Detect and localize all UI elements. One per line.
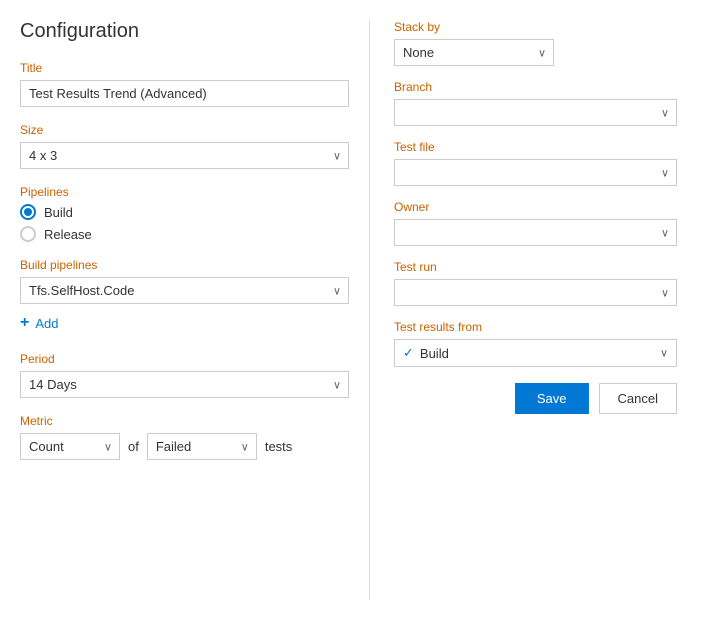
metric-label: Metric bbox=[20, 414, 349, 428]
metric-of-label: of bbox=[128, 439, 139, 454]
add-label: Add bbox=[35, 316, 58, 331]
test-results-from-chevron-icon: ∨ bbox=[660, 347, 668, 360]
test-results-from-field-group: Test results from ✓ Build ∨ bbox=[394, 320, 677, 367]
test-file-select-wrapper: ∨ bbox=[394, 159, 677, 186]
right-panel: Stack by None Build Test file Owner ∨ Br… bbox=[370, 20, 701, 600]
owner-label: Owner bbox=[394, 200, 677, 214]
save-button[interactable]: Save bbox=[515, 383, 589, 414]
cancel-button[interactable]: Cancel bbox=[599, 383, 677, 414]
test-results-from-value: Build bbox=[420, 346, 449, 361]
test-run-label: Test run bbox=[394, 260, 677, 274]
metric-row: Count Pass rate ∨ of Failed Passed Total… bbox=[20, 433, 349, 460]
radio-release-circle bbox=[20, 226, 36, 242]
stack-by-label: Stack by bbox=[394, 20, 677, 34]
metric-field-group: Metric Count Pass rate ∨ of Failed Passe… bbox=[20, 414, 349, 460]
radio-build[interactable]: Build bbox=[20, 204, 349, 220]
period-field-group: Period 7 Days 14 Days 30 Days 60 Days ∨ bbox=[20, 352, 349, 398]
test-results-from-select[interactable]: ✓ Build ∨ bbox=[394, 339, 677, 367]
size-field-group: Size 1 x 1 2 x 2 4 x 3 6 x 4 ∨ bbox=[20, 123, 349, 169]
stack-by-select[interactable]: None Build Test file Owner bbox=[394, 39, 554, 66]
test-file-select[interactable] bbox=[394, 159, 677, 186]
branch-select-wrapper: ∨ bbox=[394, 99, 677, 126]
owner-select-wrapper: ∨ bbox=[394, 219, 677, 246]
metric-failed-select-wrapper: Failed Passed Total ∨ bbox=[147, 433, 257, 460]
pipelines-field-group: Pipelines Build Release bbox=[20, 185, 349, 242]
size-select[interactable]: 1 x 1 2 x 2 4 x 3 6 x 4 bbox=[20, 142, 349, 169]
size-select-wrapper: 1 x 1 2 x 2 4 x 3 6 x 4 ∨ bbox=[20, 142, 349, 169]
build-pipelines-label: Build pipelines bbox=[20, 258, 349, 272]
build-pipelines-field-group: Build pipelines Tfs.SelfHost.Code ∨ + Ad… bbox=[20, 258, 349, 336]
pipelines-label: Pipelines bbox=[20, 185, 349, 199]
test-results-from-label: Test results from bbox=[394, 320, 677, 334]
period-label: Period bbox=[20, 352, 349, 366]
owner-select[interactable] bbox=[394, 219, 677, 246]
radio-group: Build Release bbox=[20, 204, 349, 242]
title-label: Title bbox=[20, 61, 349, 75]
period-select-wrapper: 7 Days 14 Days 30 Days 60 Days ∨ bbox=[20, 371, 349, 398]
plus-icon: + bbox=[20, 314, 29, 332]
owner-field-group: Owner ∨ bbox=[394, 200, 677, 246]
title-field-group: Title bbox=[20, 61, 349, 107]
stack-by-select-wrapper: None Build Test file Owner ∨ bbox=[394, 39, 554, 66]
radio-release[interactable]: Release bbox=[20, 226, 349, 242]
test-run-select[interactable] bbox=[394, 279, 677, 306]
metric-tests-label: tests bbox=[265, 439, 292, 454]
radio-build-circle bbox=[20, 204, 36, 220]
stack-by-field-group: Stack by None Build Test file Owner ∨ bbox=[394, 20, 677, 66]
action-buttons: Save Cancel bbox=[394, 383, 677, 414]
test-file-label: Test file bbox=[394, 140, 677, 154]
period-select[interactable]: 7 Days 14 Days 30 Days 60 Days bbox=[20, 371, 349, 398]
test-run-select-wrapper: ∨ bbox=[394, 279, 677, 306]
metric-count-select-wrapper: Count Pass rate ∨ bbox=[20, 433, 120, 460]
branch-field-group: Branch ∨ bbox=[394, 80, 677, 126]
metric-count-select[interactable]: Count Pass rate bbox=[20, 433, 120, 460]
metric-failed-select[interactable]: Failed Passed Total bbox=[147, 433, 257, 460]
left-panel: Configuration Title Size 1 x 1 2 x 2 4 x… bbox=[0, 20, 370, 600]
add-button[interactable]: + Add bbox=[20, 310, 58, 336]
test-file-field-group: Test file ∨ bbox=[394, 140, 677, 186]
branch-select[interactable] bbox=[394, 99, 677, 126]
build-pipeline-select[interactable]: Tfs.SelfHost.Code bbox=[20, 277, 349, 304]
radio-build-label: Build bbox=[44, 205, 73, 220]
test-run-field-group: Test run ∨ bbox=[394, 260, 677, 306]
title-input[interactable] bbox=[20, 80, 349, 107]
radio-release-label: Release bbox=[44, 227, 92, 242]
branch-label: Branch bbox=[394, 80, 677, 94]
build-pipeline-select-wrapper: Tfs.SelfHost.Code ∨ bbox=[20, 277, 349, 304]
page-title: Configuration bbox=[20, 20, 349, 43]
size-label: Size bbox=[20, 123, 349, 137]
check-mark-icon: ✓ bbox=[403, 345, 414, 361]
